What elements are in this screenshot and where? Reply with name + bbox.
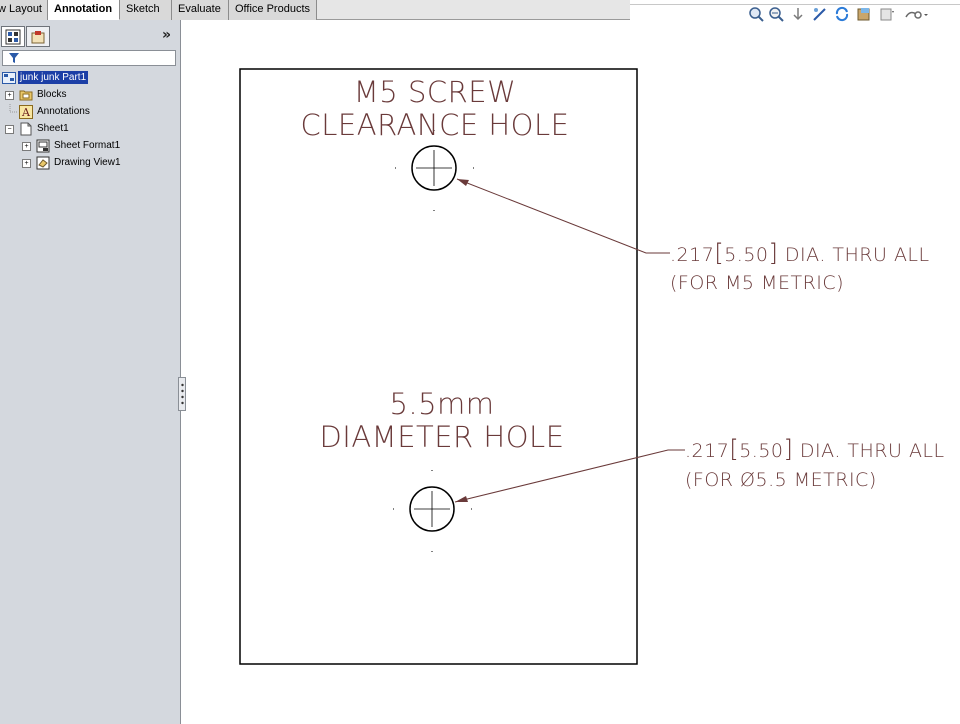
callout-dim-mm: 5.50 <box>739 440 784 462</box>
svg-text:A: A <box>21 106 31 119</box>
callout-line-1: .217[5.50] DIA. THRU ALL <box>685 435 945 463</box>
tab-evaluate[interactable]: Evaluate <box>172 0 229 20</box>
hole-1[interactable] <box>395 130 474 211</box>
tree-node-label: Sheet1 <box>37 123 69 134</box>
tree-node-sheet-format1[interactable]: + Sheet Format1 <box>0 138 180 154</box>
hole-2[interactable] <box>393 470 472 552</box>
command-manager-tabs: View Layout Annotation Sketch Evaluate O… <box>0 0 630 20</box>
tree-filter-bar[interactable] <box>2 50 176 66</box>
property-manager-tab[interactable] <box>26 26 50 47</box>
note-line: DIAMETER HOLE <box>319 420 565 454</box>
tab-sketch[interactable]: Sketch <box>120 0 172 20</box>
tab-label: View Layout <box>0 3 42 15</box>
note-title-m5-screw[interactable]: M5 SCREW CLEARANCE HOLE <box>295 76 575 142</box>
tree-node-blocks[interactable]: + Blocks <box>0 87 180 103</box>
filter-icon[interactable] <box>8 52 20 64</box>
collapse-pane-chevron-icon[interactable]: » <box>162 27 171 43</box>
tabbar-divider <box>630 0 960 5</box>
hole-callout-2[interactable]: .217[5.50] DIA. THRU ALL (FOR Ø5.5 METRI… <box>685 435 945 495</box>
drawing-canvas[interactable]: M5 SCREW CLEARANCE HOLE .217[5.50] DIA. … <box>181 20 960 724</box>
tree-node-label: Drawing View1 <box>54 157 121 168</box>
callout-dim-inch: .217 <box>670 244 715 266</box>
sheet-icon <box>20 122 32 136</box>
pane-tabs: » <box>0 26 180 48</box>
sheet-format-icon <box>36 139 50 153</box>
callout-dim-inch: .217 <box>685 440 730 462</box>
tree-node-annotations[interactable]: A Annotations <box>0 104 180 120</box>
feature-manager-pane: » junk junk Part1 + Blocks A Annotations… <box>0 20 181 724</box>
tree-node-label: Annotations <box>37 106 90 117</box>
note-title-5-5mm[interactable]: 5.5mm DIAMETER HOLE <box>292 388 592 454</box>
tree-node-drawing-view1[interactable]: + Drawing View1 <box>0 155 180 171</box>
tree-node-label: junk junk Part1 <box>18 71 89 84</box>
callout-line-2: (FOR Ø5.5 METRIC) <box>685 469 877 491</box>
tree-connector-line <box>9 104 18 113</box>
property-manager-icon <box>31 31 45 44</box>
tab-view-layout[interactable]: View Layout <box>0 0 48 20</box>
drawing-doc-icon <box>2 72 16 84</box>
callout-description: DIA. THRU ALL <box>799 440 945 462</box>
note-line: M5 SCREW <box>353 75 517 109</box>
callout-line-2: (FOR M5 METRIC) <box>670 272 845 294</box>
drawing-view-icon <box>36 156 50 170</box>
blocks-folder-icon <box>19 90 33 101</box>
tree-node-root[interactable]: junk junk Part1 <box>0 70 180 86</box>
feature-tree-icon <box>5 29 21 45</box>
leader-1[interactable] <box>456 178 670 254</box>
callout-description: DIA. THRU ALL <box>784 244 930 266</box>
tree-node-sheet1[interactable]: − Sheet1 <box>0 121 180 137</box>
tab-office-products[interactable]: Office Products <box>229 0 317 20</box>
expand-plus-icon[interactable]: + <box>22 142 31 151</box>
callout-line-1: .217[5.50] DIA. THRU ALL <box>670 239 930 267</box>
part-outline[interactable] <box>239 68 638 665</box>
tab-label: Office Products <box>235 3 310 15</box>
expand-plus-icon[interactable]: + <box>22 159 31 168</box>
tree-node-label: Sheet Format1 <box>54 140 121 151</box>
tree-node-label: Blocks <box>37 89 67 100</box>
tab-annotation[interactable]: Annotation <box>48 0 120 20</box>
note-line: 5.5mm <box>389 387 495 421</box>
annotations-icon: A <box>19 105 33 119</box>
tab-label: Annotation <box>54 3 113 15</box>
tab-label: Sketch <box>126 3 160 15</box>
collapse-minus-icon[interactable]: − <box>5 125 14 134</box>
tab-label: Evaluate <box>178 3 221 15</box>
hole-callout-1[interactable]: .217[5.50] DIA. THRU ALL (FOR M5 METRIC) <box>670 239 930 297</box>
note-line: CLEARANCE HOLE <box>300 108 570 142</box>
callout-dim-mm: 5.50 <box>724 244 769 266</box>
featuremanager-tab[interactable] <box>1 26 25 47</box>
expand-plus-icon[interactable]: + <box>5 91 14 100</box>
leader-2[interactable] <box>454 449 685 503</box>
